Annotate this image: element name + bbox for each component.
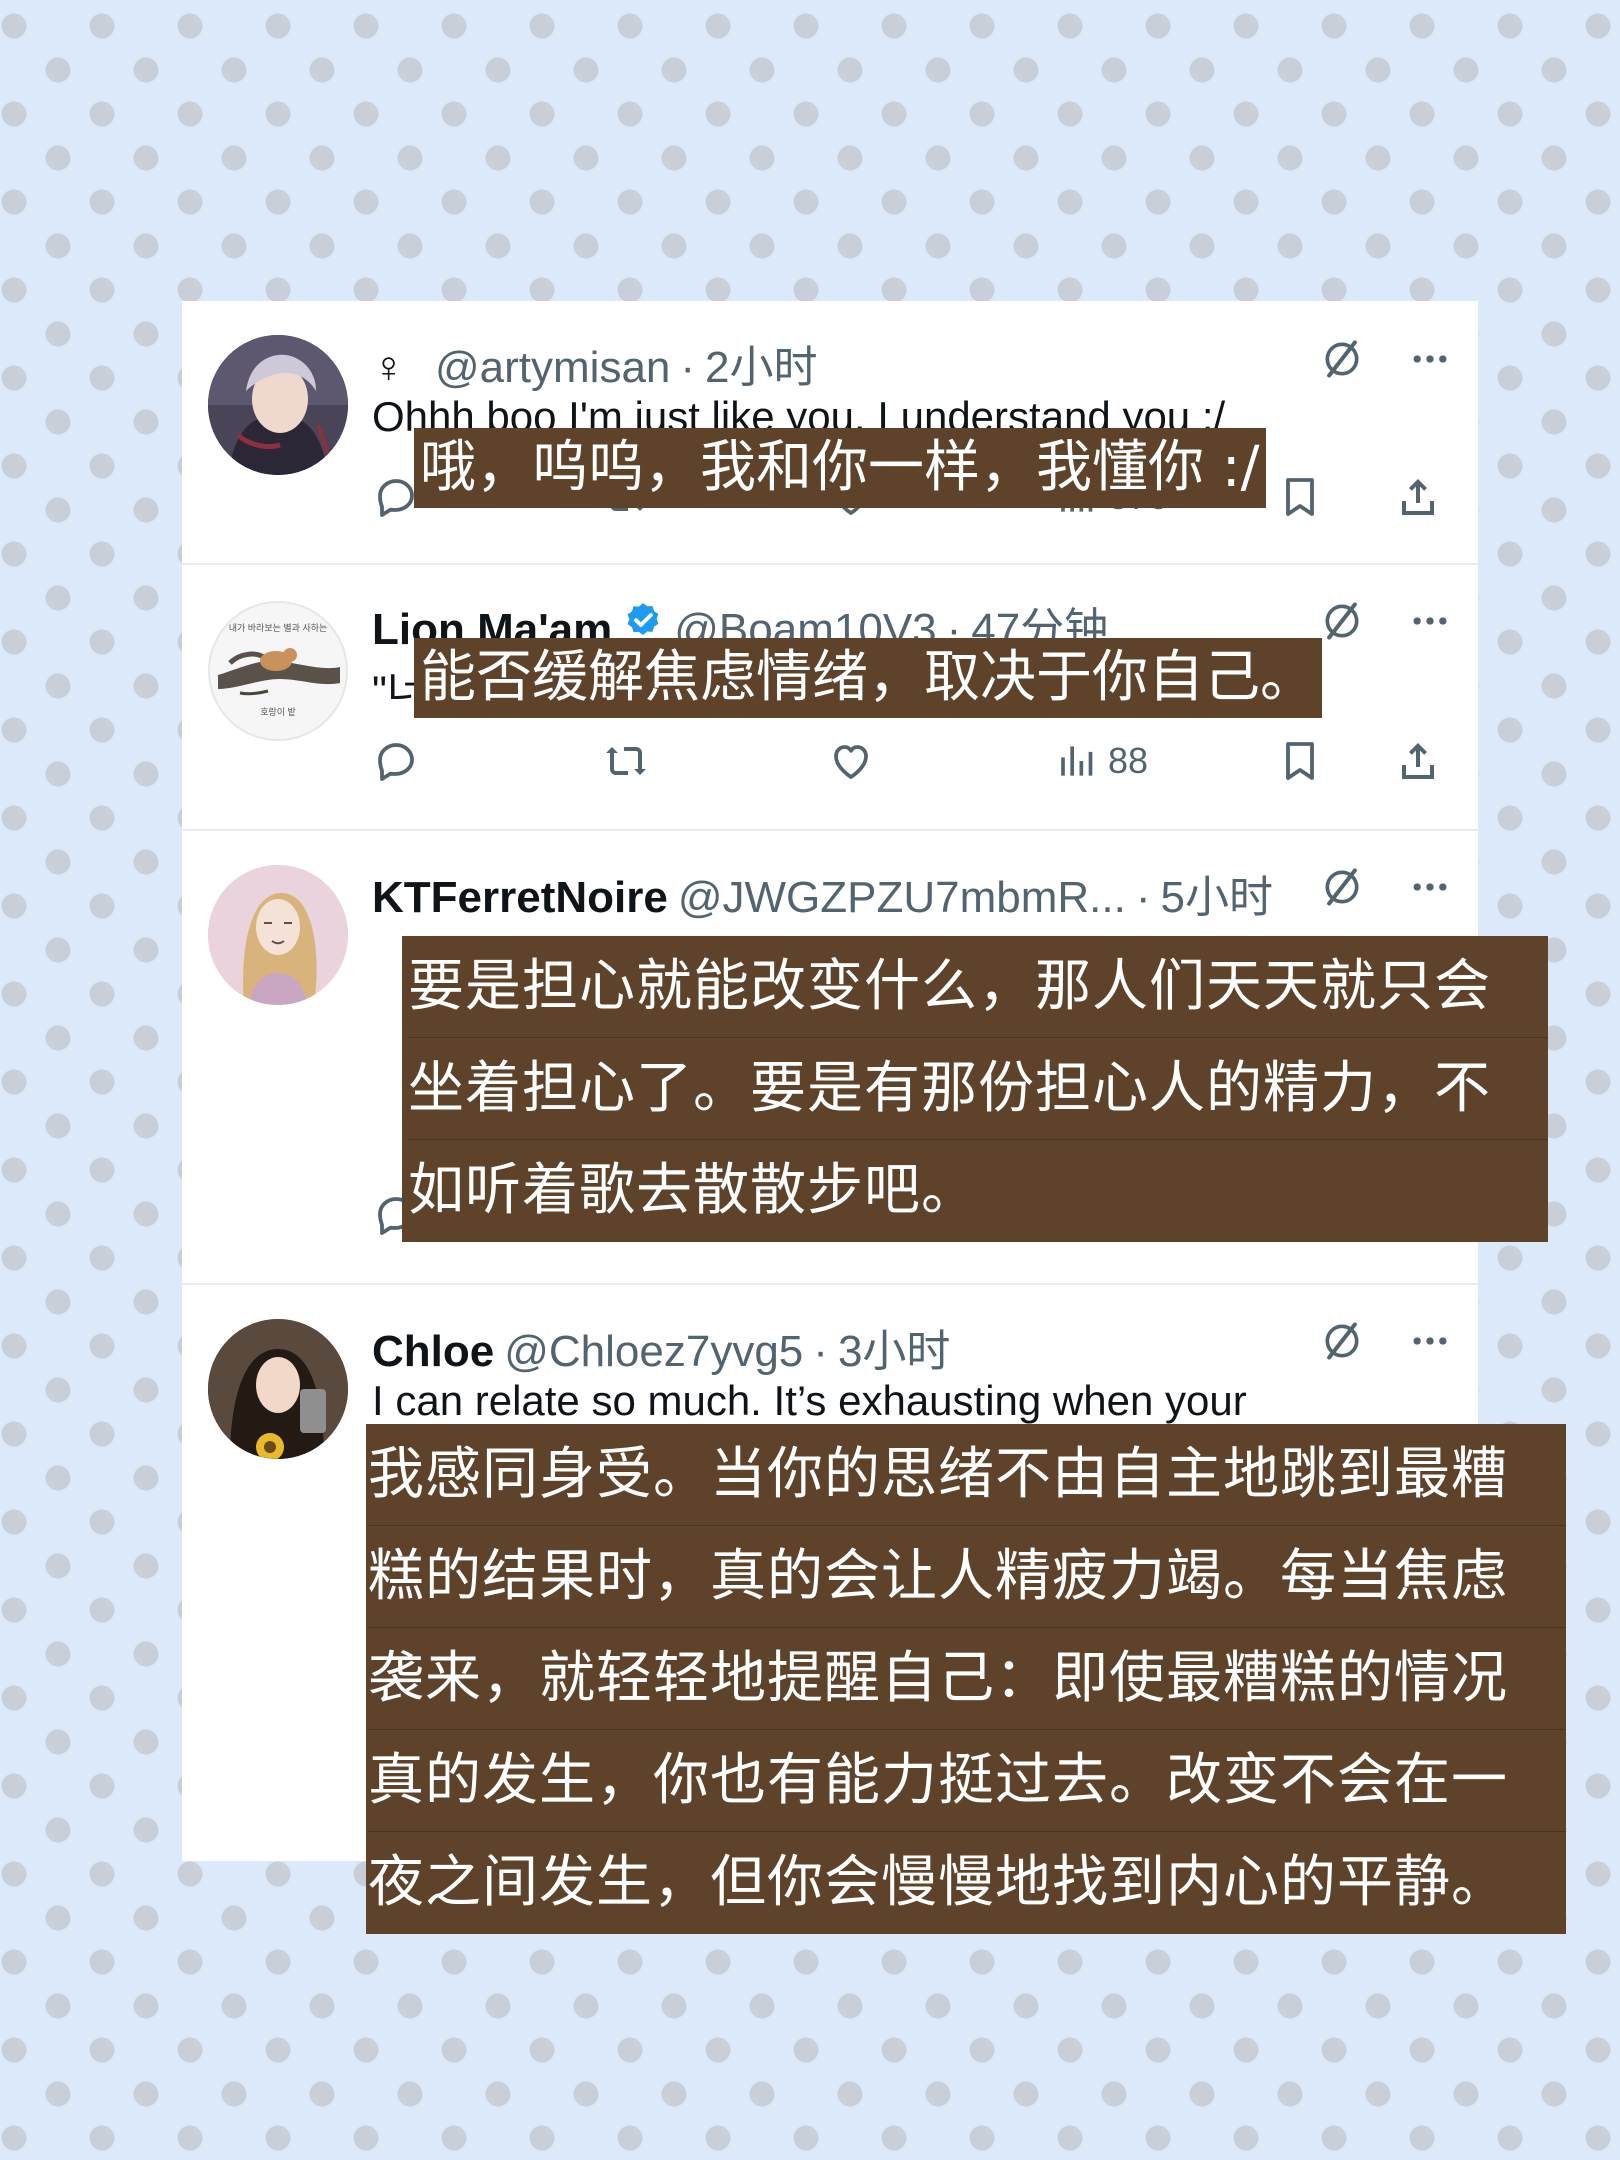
reply-icon xyxy=(372,737,420,785)
translation-overlay: 要是担心就能改变什么，那人们天天就只会 坐着担心了。要是有那份担心人的精力，不 … xyxy=(402,936,1548,1242)
grok-icon[interactable] xyxy=(1320,337,1364,381)
translation-overlay: 能否缓解焦虑情绪，取决于你自己。 xyxy=(414,638,1322,718)
bookmark-icon xyxy=(1276,473,1324,521)
handle[interactable]: @artymisan xyxy=(435,343,670,393)
reply-button[interactable] xyxy=(372,467,420,527)
share-icon xyxy=(1394,473,1442,521)
translation-line: 要是担心就能改变什么，那人们天天就只会 xyxy=(408,936,1548,1038)
bookmark-button[interactable] xyxy=(1276,467,1324,527)
tweet-tools xyxy=(1320,599,1452,643)
bookmark-button[interactable] xyxy=(1276,731,1324,791)
tweet-text: I can relate so much. It’s exhausting wh… xyxy=(372,1377,1247,1424)
display-name[interactable]: ♀ xyxy=(372,343,405,393)
translation-text: 能否缓解焦虑情绪，取决于你自己。 xyxy=(420,645,1316,710)
more-icon[interactable] xyxy=(1408,337,1452,381)
tweet-header: ♀ @artymisan · 2小时 xyxy=(372,331,818,392)
separator-dot: · xyxy=(1135,873,1151,922)
retweet-button[interactable] xyxy=(602,731,650,791)
bookmark-icon xyxy=(1276,737,1324,785)
share-button[interactable] xyxy=(1394,731,1442,791)
display-name[interactable]: Chloe xyxy=(372,1327,494,1377)
grok-icon[interactable] xyxy=(1320,599,1364,643)
heart-icon xyxy=(827,737,875,785)
verified-badge-icon xyxy=(622,600,664,642)
views-icon xyxy=(1052,739,1096,783)
avatar[interactable] xyxy=(208,865,348,1005)
display-name[interactable]: KTFerretNoire xyxy=(372,873,668,923)
svg-text:호랑이 밭: 호랑이 밭 xyxy=(260,706,296,717)
more-icon[interactable] xyxy=(1408,599,1452,643)
action-bar: 88 xyxy=(372,731,1452,791)
grok-icon[interactable] xyxy=(1320,865,1364,909)
grok-icon[interactable] xyxy=(1320,1319,1364,1363)
tweet-tools xyxy=(1320,1319,1452,1363)
translation-line: 真的发生，你也有能力挺过去。改变不会在一 xyxy=(368,1730,1566,1832)
share-button[interactable] xyxy=(1394,467,1442,527)
separator-dot: · xyxy=(680,343,696,392)
handle[interactable]: @Chloez7yvg5 xyxy=(504,1327,803,1377)
svg-text:내가 바라보는 별과 사하는: 내가 바라보는 별과 사하는 xyxy=(229,623,328,633)
translation-line: 糕的结果时，真的会让人精疲力竭。每当焦虑 xyxy=(368,1526,1566,1628)
translation-line: 坐着担心了。要是有那份担心人的精力，不 xyxy=(408,1038,1548,1140)
translation-overlay: 我感同身受。当你的思绪不由自主地跳到最糟 糕的结果时，真的会让人精疲力竭。每当焦… xyxy=(366,1424,1566,1934)
translation-overlay: 哦，呜呜，我和你一样，我懂你 :/ xyxy=(414,428,1266,508)
more-icon[interactable] xyxy=(1408,865,1452,909)
timestamp[interactable]: 5小时 xyxy=(1161,861,1273,925)
avatar[interactable] xyxy=(208,335,348,475)
like-button[interactable] xyxy=(827,731,875,791)
avatar[interactable]: 내가 바라보는 별과 사하는 호랑이 밭 xyxy=(208,601,348,741)
share-icon xyxy=(1394,737,1442,785)
avatar[interactable] xyxy=(208,1319,348,1459)
tweet-tools xyxy=(1320,865,1452,909)
translation-line: 袭来，就轻轻地提醒自己：即使最糟糕的情况 xyxy=(368,1628,1566,1730)
handle[interactable]: @JWGZPZU7mbmR... xyxy=(678,873,1126,923)
translation-line: 我感同身受。当你的思绪不由自主地跳到最糟 xyxy=(368,1424,1566,1526)
views-count: 88 xyxy=(1108,740,1149,781)
views-button[interactable]: 88 xyxy=(1052,731,1148,791)
retweet-icon xyxy=(602,737,650,785)
translation-line: 夜之间发生，但你会慢慢地找到内心的平静。 xyxy=(368,1850,1508,1915)
reply-button[interactable] xyxy=(372,731,420,791)
reply-icon xyxy=(372,473,420,521)
tweet-header: KTFerretNoire @JWGZPZU7mbmR... · 5小时 xyxy=(372,861,1273,922)
timestamp[interactable]: 2小时 xyxy=(705,331,817,395)
tweet-tools xyxy=(1320,337,1452,381)
translation-line: 如听着歌去散散步吧。 xyxy=(408,1158,978,1223)
translation-text: 哦，呜呜，我和你一样，我懂你 :/ xyxy=(420,435,1260,500)
more-icon[interactable] xyxy=(1408,1319,1452,1363)
separator-dot: · xyxy=(813,1327,828,1376)
tweet-header: Chloe @Chloez7yvg5 · 3小时 xyxy=(372,1315,950,1376)
timestamp[interactable]: 3小时 xyxy=(838,1315,950,1379)
